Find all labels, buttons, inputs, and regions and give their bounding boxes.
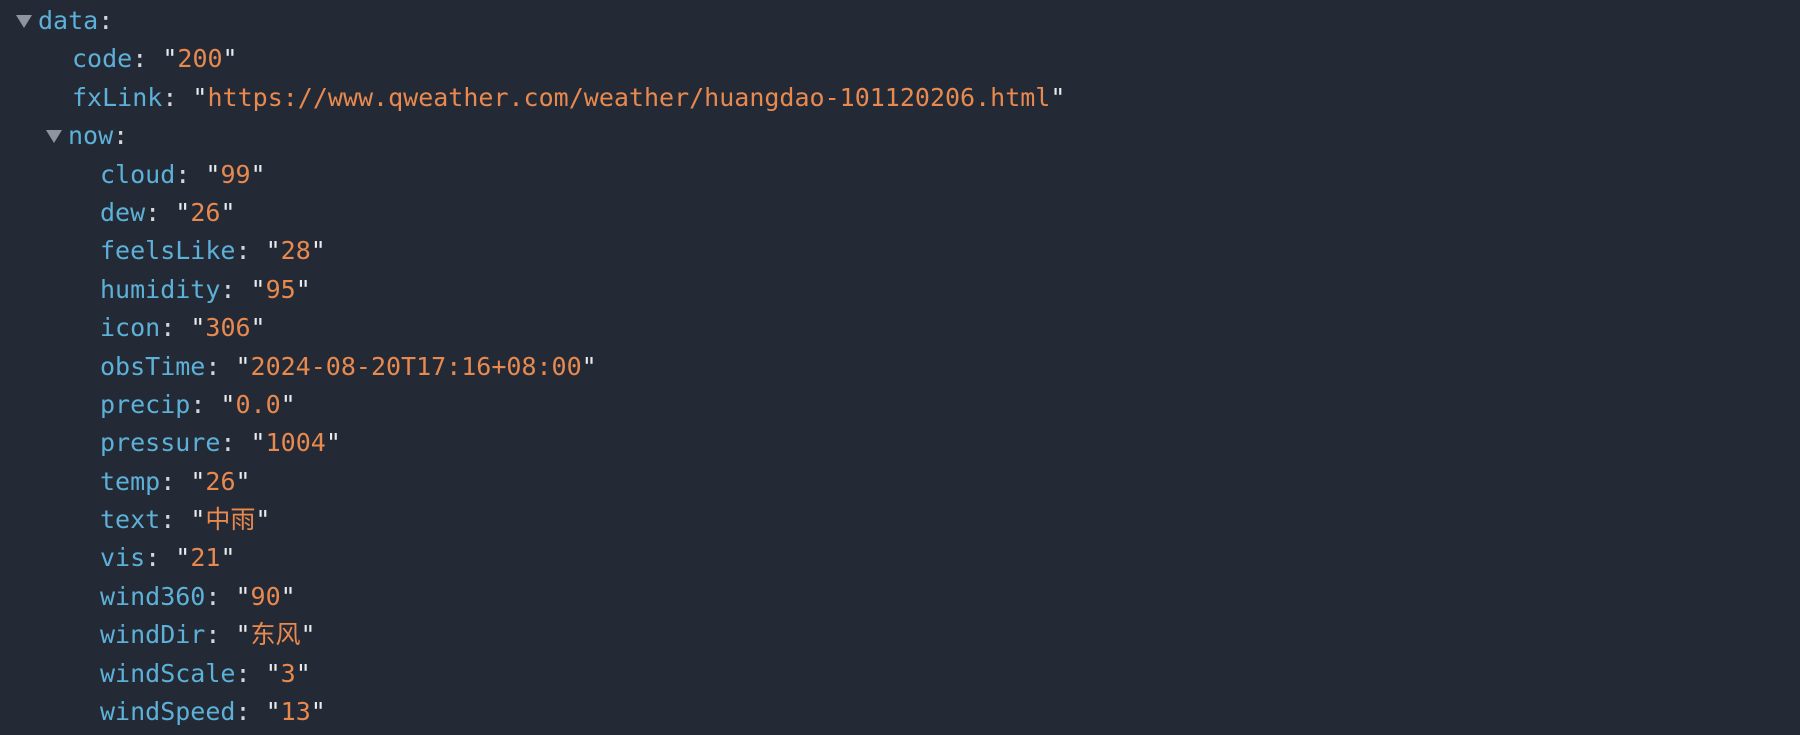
json-viewer: data: code: " 200 " fxLink: " https://www.q…	[0, 0, 1800, 735]
colon: :	[113, 121, 129, 151]
property-row: icon: " 306 "	[0, 309, 1800, 347]
property-row: windDir: " 东风 "	[0, 616, 1800, 654]
property-row: pressure: " 1004 "	[0, 424, 1800, 462]
tree-node-now[interactable]: now:	[0, 117, 1800, 155]
property-value: 21	[190, 543, 221, 573]
property-value: 200	[177, 44, 223, 74]
property-key: precip	[100, 389, 191, 419]
property-row: precip: " 0.0 "	[0, 386, 1800, 424]
property-row: wind360: " 90 "	[0, 578, 1800, 616]
property-key: windDir	[100, 620, 206, 650]
property-row: humidity: " 95 "	[0, 271, 1800, 309]
property-row: text: " 中雨 "	[0, 501, 1800, 539]
property-value: 0.0	[235, 389, 281, 419]
property-key: feelsLike	[100, 236, 236, 266]
property-key: wind360	[100, 581, 206, 611]
property-value: https://www.qweather.com/weather/huangda…	[207, 82, 1051, 112]
property-row: temp: " 26 "	[0, 463, 1800, 501]
property-value: 13	[280, 697, 311, 727]
property-key: temp	[100, 466, 161, 496]
property-value: 东风	[250, 620, 301, 650]
property-key: fxLink	[72, 82, 163, 112]
property-row: windSpeed: " 13 "	[0, 693, 1800, 731]
tree-node-data[interactable]: data:	[0, 2, 1800, 40]
property-value: 中雨	[205, 505, 256, 535]
property-value: 2024-08-20T17:16+08:00	[250, 351, 582, 381]
property-key: vis	[100, 543, 146, 573]
property-value: 28	[280, 236, 311, 266]
property-key: cloud	[100, 159, 176, 189]
property-value: 3	[280, 658, 296, 688]
property-row: feelsLike: " 28 "	[0, 232, 1800, 270]
property-value: 95	[265, 274, 296, 304]
property-key: icon	[100, 313, 161, 343]
collapse-toggle-icon[interactable]	[16, 14, 32, 28]
property-value: 90	[250, 581, 281, 611]
property-row: windScale: " 3 "	[0, 655, 1800, 693]
property-row: vis: " 21 "	[0, 539, 1800, 577]
property-row: dew: " 26 "	[0, 194, 1800, 232]
property-key: windSpeed	[100, 697, 236, 727]
property-row: code: " 200 "	[0, 40, 1800, 78]
property-value: 99	[220, 159, 251, 189]
property-key: pressure	[100, 428, 221, 458]
property-key: humidity	[100, 274, 221, 304]
property-key: code	[72, 44, 133, 74]
property-key: dew	[100, 197, 146, 227]
property-key: windScale	[100, 658, 236, 688]
property-row: cloud: " 99 "	[0, 156, 1800, 194]
property-value: 26	[190, 197, 221, 227]
property-key: text	[100, 505, 161, 535]
property-key: obsTime	[100, 351, 206, 381]
node-key: now	[68, 121, 114, 151]
property-row: obsTime: " 2024-08-20T17:16+08:00 "	[0, 348, 1800, 386]
property-value: 26	[205, 466, 236, 496]
property-value: 1004	[265, 428, 326, 458]
property-value: 306	[205, 313, 251, 343]
collapse-toggle-icon[interactable]	[46, 129, 62, 143]
node-key: data	[38, 6, 99, 35]
property-row: fxLink: " https://www.qweather.com/weathe…	[0, 79, 1800, 117]
colon: :	[98, 6, 114, 35]
